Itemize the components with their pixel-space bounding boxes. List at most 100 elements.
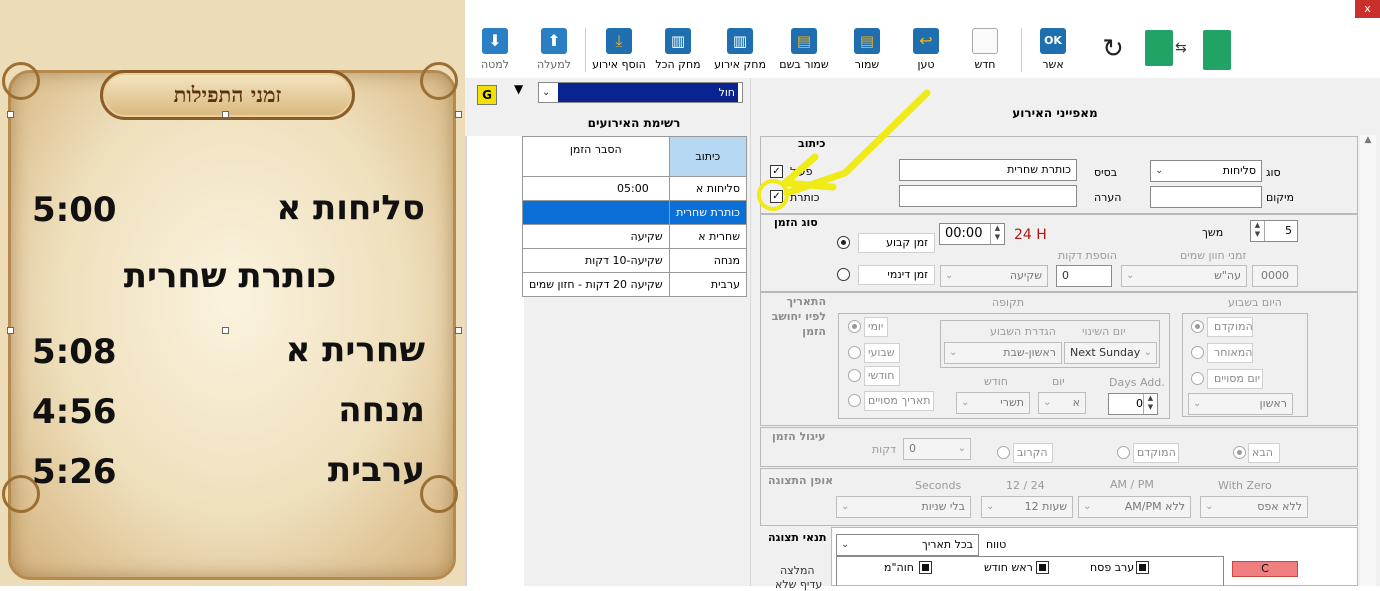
month-select[interactable]: ⌄ תשרי — [956, 392, 1030, 414]
change-day-label: יום השינוי — [1082, 325, 1126, 338]
day-select[interactable]: ⌄ ראשון — [1188, 393, 1293, 415]
range-select[interactable]: ⌄ בכל תאריך — [836, 534, 979, 556]
resize-handle[interactable] — [455, 111, 462, 118]
table-row[interactable]: ערבית שקיעה 20 דקות - חזון שמים — [522, 272, 748, 297]
events-table: כיתוב הסבר הזמן סליחות א 05:00 כותרת שחרי… — [522, 136, 748, 297]
chazon-select[interactable]: ⌄ עה"ש — [1121, 265, 1247, 287]
fixed-time-radio[interactable] — [837, 236, 850, 249]
specific-day-radio[interactable] — [1191, 372, 1204, 385]
resize-handle[interactable] — [455, 327, 462, 334]
conditions-title: תנאי תצוגה — [766, 531, 829, 544]
dynamic-time-radio[interactable] — [837, 268, 850, 281]
monthly-radio[interactable] — [848, 369, 861, 382]
weekday-title: היום בשבוע — [1228, 296, 1282, 309]
ornament-icon — [420, 62, 458, 100]
week-def-label: הגדרת השבוע — [990, 325, 1056, 338]
day-letter-select[interactable]: ⌄ א — [1038, 392, 1086, 414]
duration-label: משך — [1202, 226, 1224, 239]
arrow-up-icon: ⬆ — [541, 28, 567, 54]
save-as-button[interactable]: ▤ שמור בשם — [776, 28, 832, 71]
table-row[interactable]: סליחות א 05:00 — [522, 176, 748, 201]
month-label: חודש — [984, 375, 1008, 388]
resize-handle[interactable] — [7, 327, 14, 334]
scrollbar[interactable]: ▲ — [1360, 135, 1376, 586]
round-next-label: הבא — [1248, 443, 1280, 463]
toolbar: ⬇ למטה ⬆ למעלה ⤓ הוסף אירוע ▥ מחק הכל ▥ … — [465, 0, 1345, 78]
duration-spinner[interactable]: ▲ ▼ 5 — [1250, 220, 1298, 242]
days-add-spinner[interactable]: ▲ ▼ 0 — [1108, 393, 1158, 415]
monthly-label: חודשי — [864, 366, 900, 386]
ornament-icon — [420, 475, 458, 513]
ok-icon: OK — [1040, 28, 1066, 54]
round-minutes-label: דקות — [872, 443, 897, 456]
excel-transfer-icon[interactable]: ⇆ — [1145, 30, 1235, 70]
weekly-label: שבועי — [864, 343, 900, 363]
change-day-select[interactable]: Next Sunday ⌄ — [1064, 342, 1157, 364]
load-button[interactable]: ↩ טען — [906, 28, 946, 71]
weekday-later-radio[interactable] — [1191, 346, 1204, 359]
move-up-button[interactable]: ⬆ למעלה — [531, 28, 577, 71]
round-next-radio[interactable] — [1233, 446, 1246, 459]
move-down-button[interactable]: ⬇ למטה — [475, 28, 515, 71]
resize-handle[interactable] — [7, 111, 14, 118]
chol-hamoed-checkbox[interactable] — [919, 561, 932, 574]
preview-row-name: כותרת שחרית — [123, 256, 337, 296]
daily-label: יומי — [864, 317, 888, 337]
type-label: סוג — [1266, 166, 1281, 179]
rosh-chodesh-checkbox[interactable] — [1036, 561, 1049, 574]
c-button[interactable]: C — [1232, 561, 1298, 577]
g-button[interactable]: G — [477, 85, 497, 105]
chazon-number[interactable]: 0000 — [1252, 265, 1298, 287]
erev-pesach-checkbox[interactable] — [1136, 561, 1149, 574]
recommend-label-2: עדיף שלא — [775, 578, 823, 591]
add-minutes-input[interactable]: 0 — [1056, 265, 1112, 287]
ornament-icon — [2, 62, 40, 100]
range-label: טווח — [986, 538, 1007, 551]
h1224-select[interactable]: ⌄ שעות 12 — [981, 496, 1073, 518]
type-select[interactable]: ⌄ סליחות — [1150, 160, 1262, 182]
day-filter-select[interactable]: ⌄ חול — [538, 82, 743, 103]
new-button[interactable]: חדש — [965, 28, 1005, 71]
ok-button[interactable]: OK אשר — [1033, 28, 1073, 71]
with-zero-select[interactable]: ⌄ ללא אפס — [1200, 496, 1308, 518]
weekday-earlier-radio[interactable] — [1191, 320, 1204, 333]
preview-row-name: מנחה — [338, 390, 425, 430]
round-nearest-radio[interactable] — [997, 446, 1010, 459]
delete-event-button[interactable]: ▥ מחק אירוע — [712, 28, 768, 71]
rounding-title: עיגול הזמן — [770, 430, 828, 443]
preview-row-time: 4:56 — [32, 392, 117, 432]
resize-handle[interactable] — [222, 111, 229, 118]
round-minutes-select[interactable]: 0 ⌄ — [903, 438, 971, 460]
specific-day-label: יום מסויים — [1207, 369, 1263, 389]
delete-all-button[interactable]: ▥ מחק הכל — [655, 28, 701, 71]
column-header-caption[interactable]: כיתוב — [668, 136, 748, 177]
ampm-select[interactable]: ⌄ ללא AM/PM — [1078, 496, 1191, 518]
save-button[interactable]: ▤ שמור — [847, 28, 887, 71]
column-header-explain[interactable]: הסבר הזמן — [522, 136, 670, 177]
fixed-time-input[interactable]: 00:00 ▲ ▼ — [939, 223, 1005, 245]
table-row[interactable]: שחרית א שקיעה — [522, 224, 748, 249]
round-nearest-label: הקרוב — [1013, 443, 1053, 463]
weekly-radio[interactable] — [848, 346, 861, 359]
table-row[interactable]: מנחה שקיעה-10 דקות — [522, 248, 748, 273]
days-add-label: Days Add. — [1109, 376, 1165, 389]
round-earlier-radio[interactable] — [1117, 446, 1130, 459]
trash-icon: ▥ — [727, 28, 753, 54]
table-row-selected[interactable]: כותרת שחרית — [522, 200, 748, 225]
seconds-label: Seconds — [915, 479, 962, 492]
save-as-icon: ▤ — [791, 28, 817, 54]
filter-icon[interactable]: ▼ — [514, 82, 523, 96]
daily-radio[interactable] — [848, 320, 861, 333]
weekday-later-label: המאוחר — [1207, 343, 1253, 363]
seconds-select[interactable]: ⌄ בלי שניות — [836, 496, 971, 518]
weekday-earlier-label: המוקדם — [1207, 317, 1253, 337]
location-input[interactable] — [1150, 186, 1262, 208]
close-button[interactable]: x — [1355, 0, 1380, 18]
specific-date-radio[interactable] — [848, 394, 861, 407]
dynamic-select[interactable]: ⌄ שקיעה — [940, 265, 1048, 287]
week-def-select[interactable]: ⌄ ראשון-שבת — [944, 342, 1062, 364]
chol-hamoed-label: חוה"מ — [884, 561, 914, 574]
add-event-button[interactable]: ⤓ הוסף אירוע — [589, 28, 649, 71]
resize-handle[interactable] — [222, 327, 229, 334]
refresh-icon[interactable]: ↻ — [1097, 36, 1129, 62]
